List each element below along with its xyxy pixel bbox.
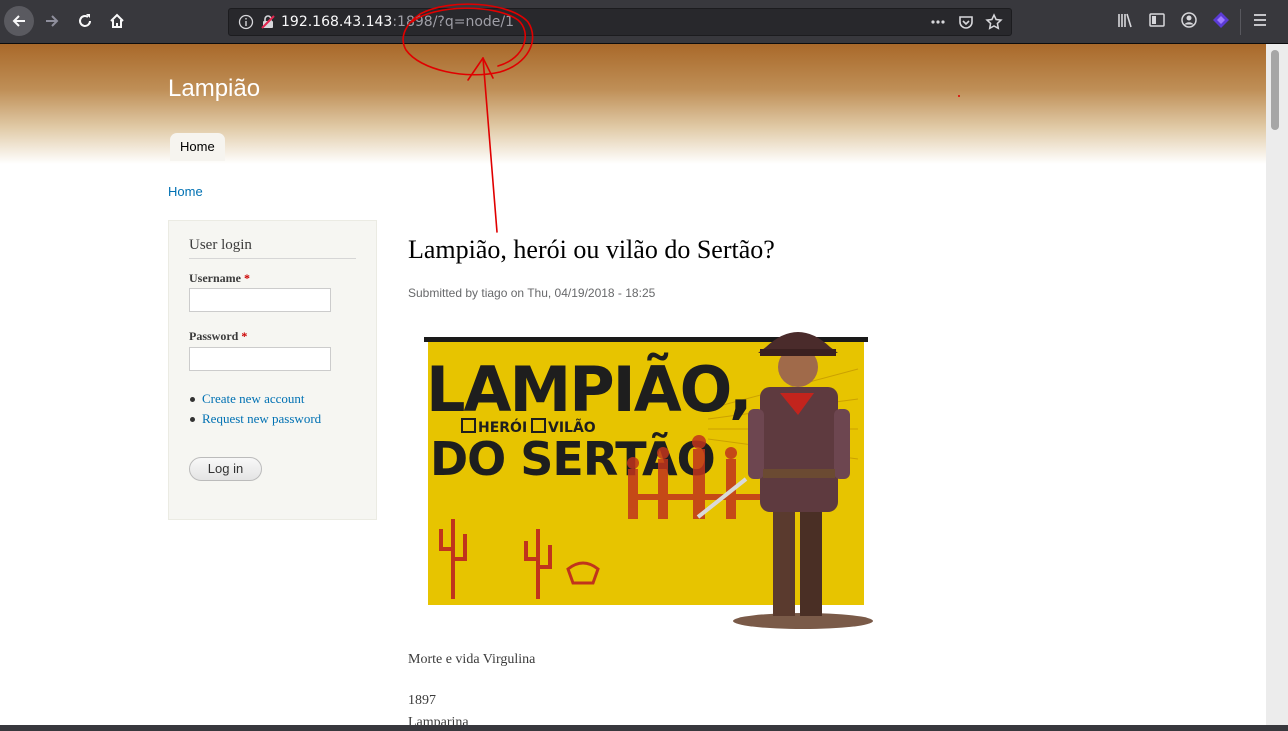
page-viewport: Lampião Home Home User login Username * … bbox=[0, 44, 1266, 725]
browser-toolbar: 192.168.43.143:1898/?q=node/1 bbox=[0, 0, 1288, 44]
forward-arrow-icon[interactable] bbox=[37, 6, 67, 36]
poster-title-line2: DO SERTÃO bbox=[430, 431, 715, 486]
reload-icon[interactable] bbox=[70, 6, 100, 36]
request-password-link[interactable]: Request new password bbox=[189, 411, 321, 431]
body-paragraph: Lamparina bbox=[408, 715, 469, 725]
username-field[interactable] bbox=[189, 288, 331, 312]
more-actions-icon[interactable] bbox=[929, 13, 947, 35]
extension-icon[interactable] bbox=[1212, 11, 1230, 33]
url-host: 192.168.43.143 bbox=[281, 14, 393, 30]
url-path: :1898/?q=node/1 bbox=[392, 14, 515, 30]
password-field[interactable] bbox=[189, 347, 331, 371]
vertical-scrollbar[interactable] bbox=[1266, 44, 1288, 725]
bookmark-star-icon[interactable] bbox=[985, 13, 1003, 35]
library-icon[interactable] bbox=[1116, 11, 1134, 33]
home-icon[interactable] bbox=[102, 6, 132, 36]
body-paragraph: 1897 bbox=[408, 693, 436, 708]
sidebar-icon[interactable] bbox=[1148, 11, 1166, 33]
body-paragraph: Morte e vida Virgulina bbox=[408, 652, 536, 667]
create-account-link[interactable]: Create new account bbox=[189, 391, 321, 411]
menu-icon[interactable] bbox=[1251, 11, 1269, 33]
scroll-thumb[interactable] bbox=[1271, 50, 1279, 130]
info-icon[interactable] bbox=[238, 14, 254, 34]
site-name[interactable]: Lampião bbox=[168, 75, 260, 103]
block-title: User login bbox=[189, 237, 356, 259]
poster-title-line1: LAMPIÃO, bbox=[426, 353, 751, 426]
pocket-icon[interactable] bbox=[957, 13, 975, 35]
node-title: Lampião, herói ou vilão do Sertão? bbox=[408, 235, 775, 264]
username-label-text: Username bbox=[189, 271, 241, 285]
password-label-text: Password bbox=[189, 329, 239, 343]
username-label: Username * bbox=[189, 271, 250, 286]
window-bottom-edge bbox=[0, 725, 1288, 731]
login-links: Create new account Request new password bbox=[189, 391, 321, 431]
submitted-meta: Submitted by tiago on Thu, 04/19/2018 - … bbox=[408, 286, 656, 300]
login-button[interactable]: Log in bbox=[189, 457, 262, 481]
url-bar[interactable]: 192.168.43.143:1898/?q=node/1 bbox=[228, 8, 1012, 36]
insecure-lock-icon[interactable] bbox=[260, 14, 276, 34]
breadcrumb[interactable]: Home bbox=[168, 184, 203, 199]
toolbar-divider bbox=[1240, 9, 1241, 35]
page-actions bbox=[929, 13, 1003, 35]
article-image: LAMPIÃO, HERÓI VILÃO DO SERTÃO bbox=[408, 309, 888, 629]
user-login-block: User login Username * Password * Create … bbox=[168, 220, 377, 520]
site-header: Lampião Home bbox=[0, 44, 1266, 164]
required-mark: * bbox=[243, 271, 250, 285]
tab-home[interactable]: Home bbox=[170, 133, 225, 161]
url-text[interactable]: 192.168.43.143:1898/?q=node/1 bbox=[281, 14, 514, 30]
required-mark: * bbox=[241, 329, 248, 343]
account-icon[interactable] bbox=[1180, 11, 1198, 33]
password-label: Password * bbox=[189, 329, 247, 344]
back-arrow-icon[interactable] bbox=[4, 6, 34, 36]
